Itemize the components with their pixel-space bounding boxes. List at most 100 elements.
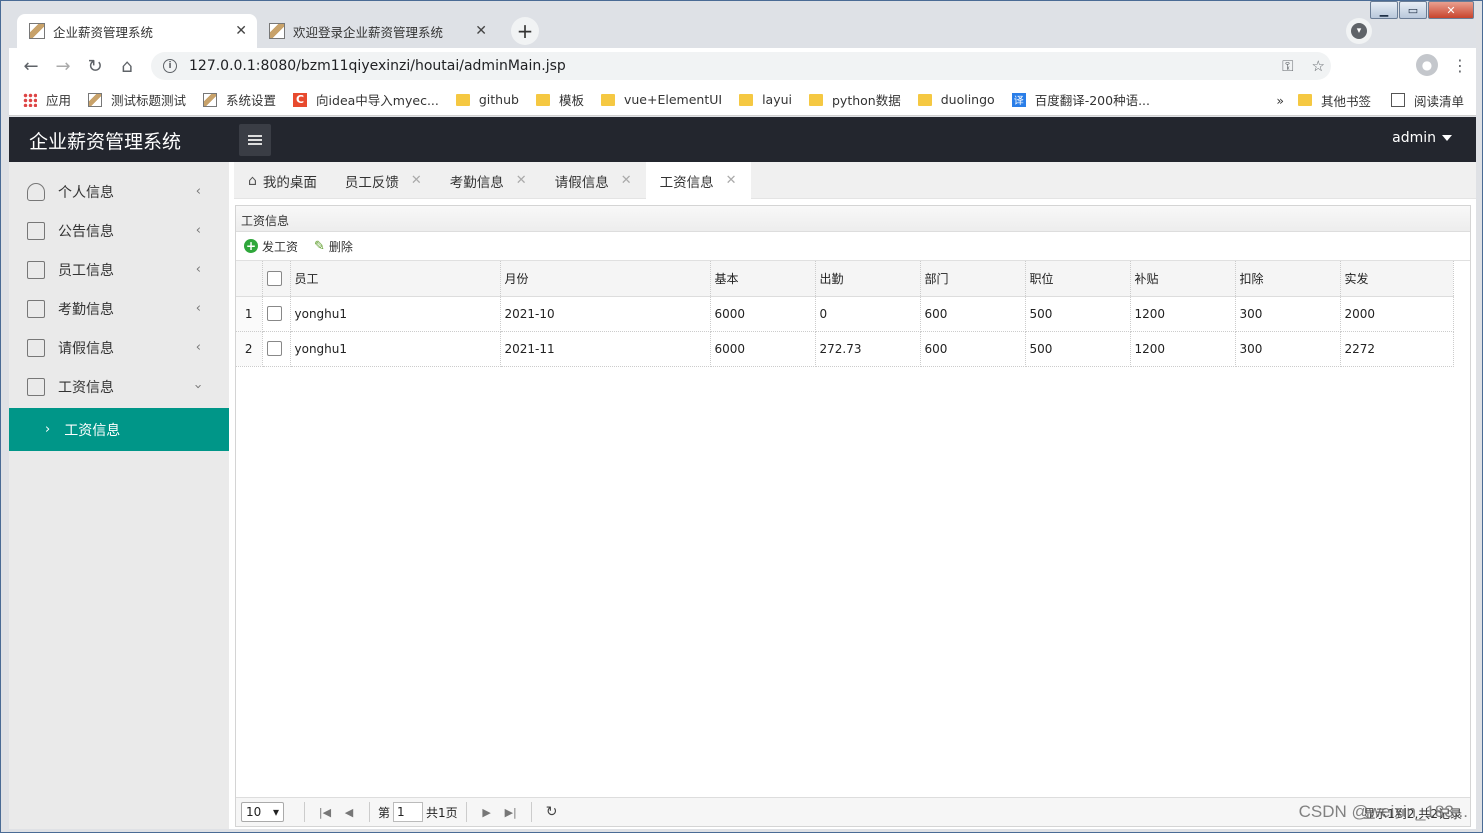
bookmark-label: 向idea中导入myec...: [316, 93, 439, 108]
tab-label: 工资信息: [659, 174, 714, 191]
table-row[interactable]: 1 yonghu1 2021-10 6000 0 600 500 1200 30…: [236, 296, 1454, 332]
home-icon[interactable]: ⌂: [115, 54, 139, 78]
table-row[interactable]: 2 yonghu1 2021-11 6000 272.73 600 500 12…: [236, 331, 1454, 367]
chevron-left-icon: ‹: [195, 223, 201, 238]
close-icon[interactable]: ✕: [411, 173, 422, 188]
select-all-checkbox[interactable]: [266, 270, 282, 286]
close-icon[interactable]: ✕: [726, 173, 737, 188]
bookmark-item[interactable]: 测试标题测试: [88, 90, 186, 109]
bookmark-item[interactable]: C 向idea中导入myec...: [293, 90, 439, 109]
sidebar-item-leave[interactable]: 请假信息 ‹: [9, 328, 229, 367]
sidebar-item-personal[interactable]: 个人信息 ‹: [9, 172, 229, 211]
menu-toggle-button[interactable]: [239, 124, 271, 156]
tab-desktop[interactable]: ⌂ 我的桌面: [234, 162, 331, 199]
row-checkbox[interactable]: [266, 341, 282, 356]
prev-page-icon[interactable]: ◀: [337, 806, 361, 819]
sidebar-item-employee[interactable]: 员工信息 ‹: [9, 250, 229, 289]
column-header[interactable]: 扣除: [1235, 261, 1341, 297]
tab-feedback[interactable]: 员工反馈 ✕: [331, 162, 436, 199]
row-checkbox[interactable]: [266, 306, 282, 321]
pay-salary-button[interactable]: + 发工资: [244, 238, 298, 255]
page-tabs: ⌂ 我的桌面 员工反馈 ✕ 考勤信息 ✕ 请假信息 ✕ 工资信息 ✕: [234, 162, 1476, 199]
bookmark-other[interactable]: 其他书签: [1297, 91, 1371, 110]
bookmark-label: python数据: [832, 93, 901, 108]
bookmark-folder[interactable]: duolingo: [917, 92, 995, 107]
page-size-select[interactable]: 10 ▾: [241, 802, 284, 822]
more-bookmarks-button[interactable]: »: [1276, 93, 1284, 108]
bookmark-folder[interactable]: github: [455, 92, 519, 107]
bookmark-item[interactable]: 译百度翻译-200种语...: [1011, 90, 1150, 109]
sidebar-item-attendance[interactable]: 考勤信息 ‹: [9, 289, 229, 328]
sidebar-item-notice[interactable]: 公告信息 ‹: [9, 211, 229, 250]
minimize-button[interactable]: ▁: [1370, 1, 1398, 19]
sidebar-subitem-salary[interactable]: › 工资信息: [9, 408, 229, 451]
bookmark-folder[interactable]: python数据: [809, 90, 901, 109]
info-icon[interactable]: i: [163, 59, 177, 73]
column-header[interactable]: 部门: [920, 261, 1026, 297]
sidebar-item-label: 员工信息: [58, 262, 114, 279]
first-page-icon[interactable]: |◀: [313, 806, 337, 819]
table-cell: yonghu1: [290, 296, 501, 332]
tab-leave[interactable]: 请假信息 ✕: [541, 162, 646, 199]
close-icon[interactable]: ✕: [621, 173, 632, 188]
row-select-cell: [262, 331, 291, 367]
refresh-icon[interactable]: ↻: [540, 804, 564, 820]
column-header[interactable]: 月份: [500, 261, 711, 297]
bookmark-folder[interactable]: layui: [739, 92, 792, 107]
sidebar: 个人信息 ‹ 公告信息 ‹ 员工信息 ‹ 考勤信息 ‹ 请假信息 ‹ 工资信息 ‹ › 工资信…: [9, 162, 229, 829]
window-close-button[interactable]: ✕: [1428, 1, 1474, 19]
browser-tab-active[interactable]: 企业薪资管理系统 ✕: [17, 14, 257, 48]
close-icon[interactable]: ✕: [475, 23, 487, 39]
close-icon[interactable]: ✕: [516, 173, 527, 188]
bookmark-folder[interactable]: 模板: [535, 90, 584, 109]
close-icon[interactable]: ✕: [235, 23, 247, 39]
pagination-bar: 10 ▾ |◀ ◀ 第 1 共1页 ▶ ▶| ↻ 显示1到2,共2记录: [236, 797, 1470, 826]
forward-icon[interactable]: →: [51, 54, 75, 78]
bookmark-item[interactable]: 系统设置: [203, 90, 276, 109]
table-cell: 600: [920, 296, 1026, 332]
tab-label: 请假信息: [554, 174, 609, 191]
page-number-input[interactable]: 1: [393, 802, 424, 822]
maximize-button[interactable]: ▭: [1399, 1, 1427, 19]
bookmark-label: 其他书签: [1320, 93, 1371, 109]
apps-grid-icon: [23, 92, 37, 107]
chevron-down-icon: ▾: [272, 805, 279, 819]
tab-attendance[interactable]: 考勤信息 ✕: [436, 162, 541, 199]
bookmark-label: 百度翻译-200种语...: [1034, 93, 1150, 108]
column-header[interactable]: 职位: [1025, 261, 1131, 297]
back-icon[interactable]: ←: [19, 54, 43, 78]
chevron-left-icon: ‹: [195, 340, 201, 355]
key-icon[interactable]: ⚿: [1282, 57, 1293, 75]
last-page-icon[interactable]: ▶|: [499, 806, 523, 819]
column-header[interactable]: 出勤: [815, 261, 921, 297]
favicon-icon: [88, 92, 103, 107]
panel-toolbar: + 发工资 ✎ 删除: [236, 232, 1470, 261]
column-header[interactable]: 补贴: [1130, 261, 1236, 297]
tab-strip: 企业薪资管理系统 ✕ 欢迎登录企业薪资管理系统 ✕ + ▾: [9, 1, 1476, 48]
table-cell: 272.73: [815, 331, 921, 367]
rownumber-header: [236, 261, 263, 297]
address-bar[interactable]: i 127.0.0.1:8080/bzm11qiyexinzi/houtai/a…: [151, 52, 1331, 80]
reload-icon[interactable]: ↻: [83, 54, 107, 78]
reading-list[interactable]: 阅读清单: [1390, 91, 1464, 110]
column-header[interactable]: 员工: [290, 261, 501, 297]
next-page-icon[interactable]: ▶: [475, 806, 499, 819]
document-icon: [27, 299, 45, 318]
user-menu[interactable]: admin: [1392, 130, 1452, 146]
profile-avatar-icon[interactable]: ●: [1416, 54, 1438, 76]
column-header[interactable]: 基本: [710, 261, 816, 297]
browser-tab[interactable]: 欢迎登录企业薪资管理系统 ✕: [257, 14, 497, 48]
sidebar-item-salary[interactable]: 工资信息 ‹: [9, 367, 229, 406]
star-icon[interactable]: ☆: [1312, 57, 1325, 75]
column-header[interactable]: 实发: [1340, 261, 1454, 297]
tab-search-button[interactable]: ▾: [1346, 18, 1372, 44]
tab-salary[interactable]: 工资信息 ✕: [645, 162, 751, 199]
caret-down-icon: [1442, 135, 1452, 141]
bookmark-apps[interactable]: 应用: [23, 90, 71, 109]
delete-button[interactable]: ✎ 删除: [314, 238, 353, 255]
bookmark-folder[interactable]: vue+ElementUI: [600, 92, 722, 107]
menu-kebab-icon[interactable]: ⋮: [1452, 56, 1468, 75]
new-tab-button[interactable]: +: [511, 17, 539, 45]
sidebar-item-label: 个人信息: [58, 184, 114, 201]
table-cell: 2000: [1340, 296, 1454, 332]
